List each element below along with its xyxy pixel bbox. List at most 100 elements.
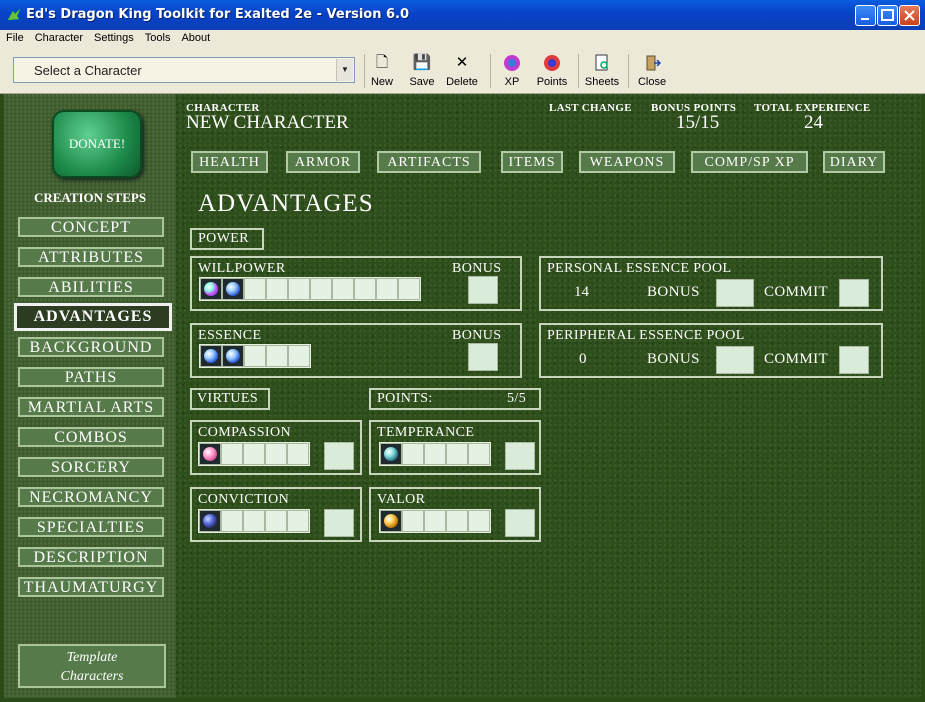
close-window-button[interactable] bbox=[899, 5, 920, 26]
step-sorcery[interactable]: Sorcery bbox=[18, 457, 164, 477]
points-button[interactable]: Points bbox=[534, 54, 570, 90]
essence-dot[interactable] bbox=[266, 345, 288, 367]
personal-pool-bonus-label: BONUS bbox=[647, 284, 700, 300]
nav-artifacts[interactable]: Artifacts bbox=[377, 151, 481, 173]
willpower-dot[interactable] bbox=[244, 278, 266, 300]
toolbar-separator bbox=[628, 54, 629, 88]
willpower-dot[interactable] bbox=[200, 278, 222, 300]
nav-diary[interactable]: Diary bbox=[823, 151, 885, 173]
essence-bonus-field[interactable] bbox=[468, 343, 498, 371]
menu-settings[interactable]: Settings bbox=[88, 30, 139, 44]
floppy-disk-icon: 💾 bbox=[412, 54, 432, 71]
temperance-dot[interactable] bbox=[446, 443, 468, 465]
step-attributes[interactable]: Attributes bbox=[18, 247, 164, 267]
essence-dot[interactable] bbox=[200, 345, 222, 367]
close-button[interactable]: Close bbox=[636, 54, 668, 90]
temperance-dots bbox=[379, 442, 491, 466]
chevron-down-icon[interactable]: ▼ bbox=[336, 59, 353, 81]
personal-pool-value: 14 bbox=[574, 284, 589, 300]
step-advantages[interactable]: Advantages bbox=[14, 303, 172, 331]
save-button[interactable]: 💾 Save bbox=[406, 54, 438, 90]
compassion-bonus-field[interactable] bbox=[324, 442, 354, 470]
step-specialties[interactable]: Specialties bbox=[18, 517, 164, 537]
willpower-dot[interactable] bbox=[266, 278, 288, 300]
personal-pool-commit-field[interactable] bbox=[839, 279, 869, 307]
menu-about[interactable]: About bbox=[175, 30, 215, 44]
conviction-bonus-field[interactable] bbox=[324, 509, 354, 537]
xp-button[interactable]: XP bbox=[498, 54, 526, 90]
step-martial-arts[interactable]: Martial Arts bbox=[18, 397, 164, 417]
main-panel: DONATE! CREATION STEPS Concept Attribute… bbox=[4, 94, 921, 698]
nav-comp-sp-xp[interactable]: Comp/Sp XP bbox=[691, 151, 808, 173]
template-characters-button[interactable]: Template Characters bbox=[18, 644, 166, 688]
willpower-dot[interactable] bbox=[332, 278, 354, 300]
virtue-points-box: POINTS: 5/5 bbox=[369, 388, 541, 410]
willpower-bonus-label: BONUS bbox=[452, 261, 502, 276]
last-change-label: LAST CHANGE bbox=[549, 102, 632, 114]
temperance-bonus-field[interactable] bbox=[505, 442, 535, 470]
step-necromancy[interactable]: Necromancy bbox=[18, 487, 164, 507]
character-select[interactable]: Select a Character ▼ bbox=[13, 57, 355, 83]
valor-dot[interactable] bbox=[380, 510, 402, 532]
minimize-button[interactable] bbox=[855, 5, 876, 26]
nav-items[interactable]: Items bbox=[501, 151, 563, 173]
step-paths[interactable]: Paths bbox=[18, 367, 164, 387]
willpower-bonus-field[interactable] bbox=[468, 276, 498, 304]
step-combos[interactable]: Combos bbox=[18, 427, 164, 447]
valor-dot[interactable] bbox=[446, 510, 468, 532]
personal-pool-label: PERSONAL ESSENCE POOL bbox=[547, 261, 732, 276]
essence-dot[interactable] bbox=[244, 345, 266, 367]
peripheral-pool-bonus-label: BONUS bbox=[647, 351, 700, 367]
valor-dot[interactable] bbox=[424, 510, 446, 532]
temperance-dot[interactable] bbox=[424, 443, 446, 465]
peripheral-pool-bonus-field[interactable] bbox=[716, 346, 754, 374]
personal-pool-bonus-field[interactable] bbox=[716, 279, 754, 307]
willpower-dots bbox=[199, 277, 421, 301]
willpower-dot[interactable] bbox=[310, 278, 332, 300]
temperance-dot[interactable] bbox=[468, 443, 490, 465]
step-background[interactable]: Background bbox=[18, 337, 164, 357]
conviction-dot[interactable] bbox=[287, 510, 309, 532]
compassion-dot[interactable] bbox=[243, 443, 265, 465]
sheets-button[interactable]: Sheets bbox=[584, 54, 620, 90]
maximize-button[interactable] bbox=[877, 5, 898, 26]
willpower-dot[interactable] bbox=[354, 278, 376, 300]
valor-bonus-field[interactable] bbox=[505, 509, 535, 537]
conviction-dot[interactable] bbox=[199, 510, 221, 532]
menu-tools[interactable]: Tools bbox=[139, 30, 176, 44]
valor-dot[interactable] bbox=[402, 510, 424, 532]
peripheral-pool-commit-field[interactable] bbox=[839, 346, 869, 374]
essence-dot[interactable] bbox=[222, 345, 244, 367]
temperance-dot[interactable] bbox=[380, 443, 402, 465]
step-description[interactable]: Description bbox=[18, 547, 164, 567]
compassion-dot[interactable] bbox=[287, 443, 309, 465]
donate-button[interactable]: DONATE! bbox=[52, 110, 142, 178]
nav-weapons[interactable]: Weapons bbox=[579, 151, 675, 173]
nav-health[interactable]: Health bbox=[191, 151, 268, 173]
willpower-dot[interactable] bbox=[222, 278, 244, 300]
conviction-dot[interactable] bbox=[221, 510, 243, 532]
new-button[interactable]: 🗋 New bbox=[368, 54, 396, 90]
essence-dot[interactable] bbox=[288, 345, 310, 367]
willpower-dot[interactable] bbox=[376, 278, 398, 300]
points-button-label: Points bbox=[536, 76, 568, 88]
willpower-dot[interactable] bbox=[288, 278, 310, 300]
valor-dot[interactable] bbox=[468, 510, 490, 532]
sheet-magnifier-icon bbox=[584, 54, 620, 72]
compassion-dot[interactable] bbox=[221, 443, 243, 465]
temperance-dot[interactable] bbox=[402, 443, 424, 465]
compassion-dot[interactable] bbox=[199, 443, 221, 465]
conviction-dot[interactable] bbox=[265, 510, 287, 532]
willpower-dot[interactable] bbox=[398, 278, 420, 300]
nav-armor[interactable]: Armor bbox=[286, 151, 360, 173]
compassion-dot[interactable] bbox=[265, 443, 287, 465]
menu-file[interactable]: File bbox=[0, 30, 29, 44]
conviction-dot[interactable] bbox=[243, 510, 265, 532]
essence-bonus-label: BONUS bbox=[452, 328, 502, 343]
new-file-icon: 🗋 bbox=[375, 54, 389, 71]
step-concept[interactable]: Concept bbox=[18, 217, 164, 237]
step-thaumaturgy[interactable]: Thaumaturgy bbox=[18, 577, 164, 597]
step-abilities[interactable]: Abilities bbox=[18, 277, 164, 297]
delete-button[interactable]: ✕ Delete bbox=[444, 54, 480, 90]
menu-character[interactable]: Character bbox=[29, 30, 88, 44]
